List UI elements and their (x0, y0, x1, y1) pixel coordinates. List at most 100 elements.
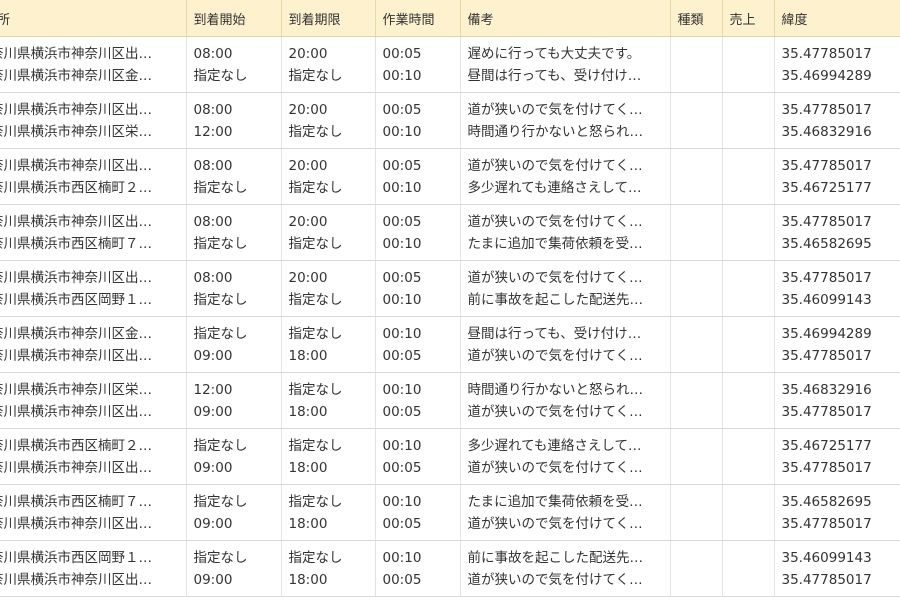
arrival-start-cell[interactable]: 指定なし 09:00 (186, 484, 282, 541)
arrival-deadline-cell[interactable]: 指定なし 18:00 (281, 372, 376, 429)
arrival-start-cell[interactable]: 08:00 指定なし (186, 204, 282, 261)
sales-cell[interactable] (722, 316, 775, 373)
table-row[interactable]: 奈川県横浜市西区岡野１… 奈川県横浜市神奈川区出… 指定なし 09:00 指定なし 18:… (0, 540, 900, 597)
arrival-start-cell[interactable]: 指定なし 09:00 (186, 540, 282, 597)
kind-cell[interactable] (670, 540, 723, 597)
work-time-cell[interactable]: 00:10 00:05 (375, 372, 461, 429)
note-cell[interactable]: 道が狭いので気を付けてく… 時間通り行かないと怒られ… (460, 92, 671, 149)
note-cell[interactable]: 道が狭いので気を付けてく… たまに追加で集荷依頼を受… (460, 204, 671, 261)
column-header-arrival-deadline[interactable]: 到着期限 (281, 0, 376, 37)
note-cell[interactable]: 時間通り行かないと怒られ… 道が狭いので気を付けてく… (460, 372, 671, 429)
sales-cell[interactable] (722, 540, 775, 597)
arrival-start-cell[interactable]: 指定なし 09:00 (186, 316, 282, 373)
arrival-deadline-cell[interactable]: 20:00 指定なし (281, 260, 376, 317)
latitude-cell[interactable]: 35.46582695 35.47785017 (774, 484, 900, 541)
arrival-deadline-cell[interactable]: 指定なし 18:00 (281, 484, 376, 541)
note-cell[interactable]: 道が狭いので気を付けてく… 多少遅れても連絡さえして… (460, 148, 671, 205)
kind-cell[interactable] (670, 148, 723, 205)
note-cell[interactable]: 多少遅れても連絡さえして… 道が狭いので気を付けてく… (460, 428, 671, 485)
kind-cell[interactable] (670, 36, 723, 93)
work-time-cell[interactable]: 00:05 00:10 (375, 36, 461, 93)
work-time-cell[interactable]: 00:10 00:05 (375, 316, 461, 373)
address-cell[interactable]: 奈川県横浜市神奈川区出… 奈川県横浜市神奈川区栄… (0, 92, 187, 149)
arrival-deadline-cell[interactable]: 指定なし 18:00 (281, 428, 376, 485)
note-cell[interactable]: 遅めに行っても大丈夫です。 昼間は行っても、受け付け… (460, 36, 671, 93)
work-time-cell[interactable]: 00:05 00:10 (375, 204, 461, 261)
address-cell[interactable]: 奈川県横浜市西区楠町７… 奈川県横浜市神奈川区出… (0, 484, 187, 541)
column-header-address[interactable]: 所 (0, 0, 187, 37)
kind-cell[interactable] (670, 260, 723, 317)
latitude-cell[interactable]: 35.47785017 35.46725177 (774, 148, 900, 205)
kind-cell[interactable] (670, 92, 723, 149)
kind-cell[interactable] (670, 204, 723, 261)
latitude-cell[interactable]: 35.46832916 35.47785017 (774, 372, 900, 429)
sales-cell[interactable] (722, 36, 775, 93)
note-cell[interactable]: 昼間は行っても、受け付け… 道が狭いので気を付けてく… (460, 316, 671, 373)
address-cell[interactable]: 奈川県横浜市神奈川区出… 奈川県横浜市西区楠町２… (0, 148, 187, 205)
sales-cell[interactable] (722, 372, 775, 429)
table-row[interactable]: 奈川県横浜市神奈川区金… 奈川県横浜市神奈川区出… 指定なし 09:00 指定なし 18:… (0, 316, 900, 373)
arrival-start-cell-line: 指定なし (193, 437, 248, 454)
arrival-start-cell[interactable]: 指定なし 09:00 (186, 428, 282, 485)
arrival-start-cell[interactable]: 08:00 12:00 (186, 92, 282, 149)
table-row[interactable]: 奈川県横浜市神奈川区出… 奈川県横浜市西区楠町２… 08:00 指定なし 20:00 指定… (0, 148, 900, 205)
kind-cell[interactable] (670, 428, 723, 485)
table-row[interactable]: 奈川県横浜市西区楠町２… 奈川県横浜市神奈川区出… 指定なし 09:00 指定なし 18:… (0, 428, 900, 485)
note-cell[interactable]: 道が狭いので気を付けてく… 前に事故を起こした配送先… (460, 260, 671, 317)
arrival-deadline-cell[interactable]: 20:00 指定なし (281, 204, 376, 261)
address-cell[interactable]: 奈川県横浜市西区楠町２… 奈川県横浜市神奈川区出… (0, 428, 187, 485)
address-cell-line: 奈川県横浜市神奈川区出… (0, 571, 152, 588)
column-header-kind[interactable]: 種類 (670, 0, 723, 37)
work-time-cell[interactable]: 00:05 00:10 (375, 92, 461, 149)
arrival-deadline-cell[interactable]: 指定なし 18:00 (281, 316, 376, 373)
column-header-sales[interactable]: 売上 (722, 0, 775, 37)
arrival-start-cell[interactable]: 08:00 指定なし (186, 148, 282, 205)
latitude-cell[interactable]: 35.47785017 35.46582695 (774, 204, 900, 261)
sales-cell[interactable] (722, 260, 775, 317)
work-time-cell[interactable]: 00:10 00:05 (375, 540, 461, 597)
latitude-cell[interactable]: 35.47785017 35.46994289 (774, 36, 900, 93)
table-row[interactable]: 奈川県横浜市神奈川区出… 奈川県横浜市神奈川区栄… 08:00 12:00 20:00 指… (0, 92, 900, 149)
column-header-arrival-start[interactable]: 到着開始 (186, 0, 282, 37)
sales-cell[interactable] (722, 148, 775, 205)
work-time-cell[interactable]: 00:05 00:10 (375, 148, 461, 205)
sales-cell[interactable] (722, 92, 775, 149)
work-time-cell[interactable]: 00:10 00:05 (375, 484, 461, 541)
column-header-latitude[interactable]: 緯度 (774, 0, 900, 37)
latitude-cell[interactable]: 35.47785017 35.46099143 (774, 260, 900, 317)
address-cell[interactable]: 奈川県横浜市神奈川区栄… 奈川県横浜市神奈川区出… (0, 372, 187, 429)
table-row[interactable]: 奈川県横浜市神奈川区栄… 奈川県横浜市神奈川区出… 12:00 09:00 指定なし 18… (0, 372, 900, 429)
sales-cell[interactable] (722, 204, 775, 261)
address-cell[interactable]: 奈川県横浜市西区岡野１… 奈川県横浜市神奈川区出… (0, 540, 187, 597)
arrival-start-cell[interactable]: 08:00 指定なし (186, 36, 282, 93)
table-row[interactable]: 奈川県横浜市神奈川区出… 奈川県横浜市西区楠町７… 08:00 指定なし 20:00 指定… (0, 204, 900, 261)
arrival-deadline-cell[interactable]: 指定なし 18:00 (281, 540, 376, 597)
work-time-cell[interactable]: 00:05 00:10 (375, 260, 461, 317)
kind-cell[interactable] (670, 484, 723, 541)
address-cell[interactable]: 奈川県横浜市神奈川区出… 奈川県横浜市神奈川区金… (0, 36, 187, 93)
latitude-cell[interactable]: 35.47785017 35.46832916 (774, 92, 900, 149)
arrival-start-cell[interactable]: 08:00 指定なし (186, 260, 282, 317)
address-cell[interactable]: 奈川県横浜市神奈川区出… 奈川県横浜市西区岡野１… (0, 260, 187, 317)
latitude-cell[interactable]: 35.46725177 35.47785017 (774, 428, 900, 485)
latitude-cell[interactable]: 35.46994289 35.47785017 (774, 316, 900, 373)
arrival-start-cell[interactable]: 12:00 09:00 (186, 372, 282, 429)
table-row[interactable]: 奈川県横浜市神奈川区出… 奈川県横浜市神奈川区金… 08:00 指定なし 20:00 指定… (0, 36, 900, 93)
column-header-note[interactable]: 備考 (460, 0, 671, 37)
table-row[interactable]: 奈川県横浜市神奈川区出… 奈川県横浜市西区岡野１… 08:00 指定なし 20:00 指定… (0, 260, 900, 317)
note-cell[interactable]: 前に事故を起こした配送先… 道が狭いので気を付けてく… (460, 540, 671, 597)
table-row[interactable]: 奈川県横浜市西区楠町７… 奈川県横浜市神奈川区出… 指定なし 09:00 指定なし 18:… (0, 484, 900, 541)
address-cell[interactable]: 奈川県横浜市神奈川区金… 奈川県横浜市神奈川区出… (0, 316, 187, 373)
address-cell[interactable]: 奈川県横浜市神奈川区出… 奈川県横浜市西区楠町７… (0, 204, 187, 261)
work-time-cell[interactable]: 00:10 00:05 (375, 428, 461, 485)
kind-cell[interactable] (670, 372, 723, 429)
sales-cell[interactable] (722, 484, 775, 541)
latitude-cell[interactable]: 35.46099143 35.47785017 (774, 540, 900, 597)
note-cell[interactable]: たまに追加で集荷依頼を受… 道が狭いので気を付けてく… (460, 484, 671, 541)
column-header-work-time[interactable]: 作業時間 (375, 0, 461, 37)
arrival-deadline-cell[interactable]: 20:00 指定なし (281, 36, 376, 93)
arrival-deadline-cell[interactable]: 20:00 指定なし (281, 148, 376, 205)
sales-cell[interactable] (722, 428, 775, 485)
arrival-deadline-cell[interactable]: 20:00 指定なし (281, 92, 376, 149)
kind-cell[interactable] (670, 316, 723, 373)
